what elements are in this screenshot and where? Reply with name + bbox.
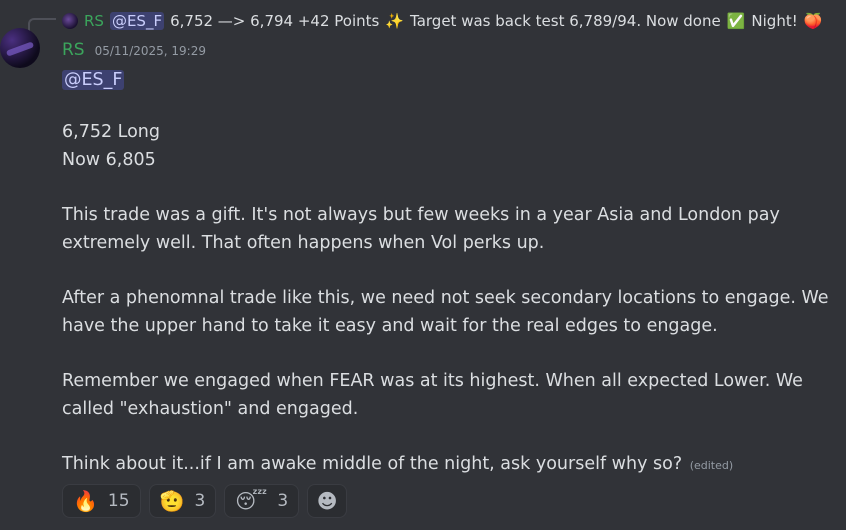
reply-author[interactable]: RS: [84, 12, 104, 30]
add-reaction-button[interactable]: ☻: [307, 484, 348, 518]
reply-avatar: [62, 13, 78, 29]
message-paragraph: Remember we engaged when FEAR was at its…: [62, 371, 803, 419]
fire-icon: 🔥: [73, 489, 98, 513]
message-timestamp[interactable]: 05/11/2025, 19:29: [95, 44, 206, 58]
message-paragraph: Think about it...if I am awake middle of…: [62, 454, 683, 474]
reply-spine: [28, 18, 56, 32]
reaction-salute[interactable]: 🫡 3: [148, 484, 217, 518]
reply-text-2: Target was back test 6,789/94. Now done: [410, 12, 721, 30]
reply-text: 6,752 —> 6,794 +42 Points: [170, 12, 380, 30]
sparkles-icon: ✨: [385, 12, 405, 30]
reaction-count: 3: [194, 491, 206, 511]
avatar[interactable]: [0, 28, 40, 68]
reaction-sleeping[interactable]: 😴 3: [224, 484, 300, 518]
check-mark-icon: ✅: [726, 12, 746, 30]
message-paragraph: After a phenomnal trade like this, we ne…: [62, 288, 829, 336]
reply-mention[interactable]: @ES_F: [109, 12, 165, 30]
edited-label: (edited): [689, 459, 734, 472]
message-last-line: Think about it...if I am awake middle of…: [62, 450, 842, 480]
message-author[interactable]: RS: [62, 40, 85, 60]
reply-text-3: Night!: [751, 12, 798, 30]
reaction-count: 3: [277, 491, 289, 511]
reply-preview[interactable]: RS @ES_F 6,752 —> 6,794 +42 Points ✨ Tar…: [62, 8, 822, 34]
reaction-fire[interactable]: 🔥 15: [62, 484, 141, 518]
add-reaction-icon: ☻: [316, 489, 338, 513]
reactions-bar: 🔥 15 🫡 3 😴 3 ☻: [62, 484, 348, 518]
peach-icon: 🍑: [803, 12, 823, 30]
message-paragraph: This trade was a gift. It's not always b…: [62, 205, 780, 253]
message-content: @ES_F 6,752 Long Now 6,805 This trade wa…: [62, 66, 842, 480]
message-mention[interactable]: @ES_F: [62, 70, 125, 90]
salute-icon: 🫡: [159, 489, 185, 513]
message-line: Now 6,805: [62, 150, 156, 170]
reaction-count: 15: [107, 491, 130, 511]
message-header: RS 05/11/2025, 19:29: [62, 40, 206, 60]
message-line: 6,752 Long: [62, 122, 161, 142]
sleeping-face-icon: 😴: [235, 489, 268, 513]
